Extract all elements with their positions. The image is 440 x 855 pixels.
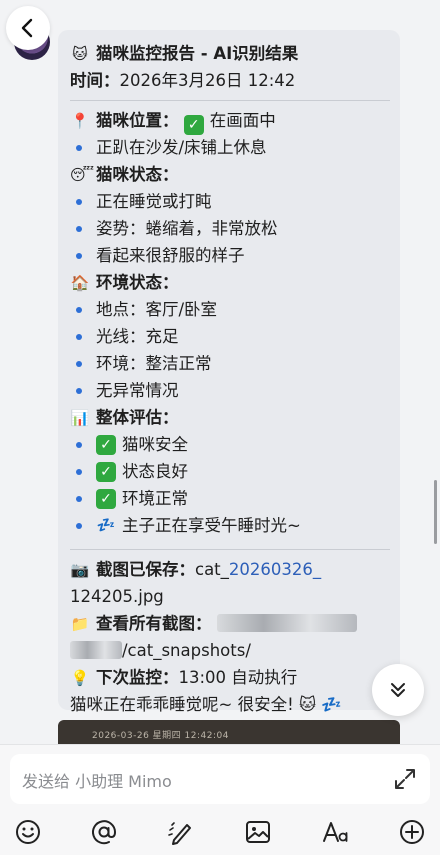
expand-icon[interactable] (392, 766, 418, 792)
next-monitor-value: 13:00 自动执行 (178, 668, 298, 687)
sleepy-face-icon: 😴 (70, 166, 95, 184)
message-content: 🐱 猫咪监控报告 - AI识别结果 时间：2026年3月26日 12:42 📍 猫咪… (70, 40, 390, 718)
section-heading-label: 整体评估： (96, 408, 179, 427)
closing-line: 猫咪正在乖乖睡觉呢~ 很安全! 🐱 💤 (70, 695, 342, 714)
list-item-text: 地点：客厅/卧室 (96, 300, 218, 319)
folder-icon: 📁 (70, 615, 90, 633)
section-heading-assessment: 📊 整体评估： (70, 404, 390, 431)
bullet-icon (76, 468, 82, 475)
screenshot-filename-row: 124205.jpg (70, 583, 390, 610)
list-item-text: 主子正在享受午睡时光~ (122, 516, 301, 535)
list-item: ✓ 状态良好 (70, 458, 390, 485)
list-item: 看起来很舒服的样子 (70, 242, 390, 269)
list-item: 正在睡觉或打盹 (70, 188, 390, 215)
snapshots-path: /cat_snapshots/ (122, 641, 251, 660)
list-item: 💤 主子正在享受午睡时光~ (70, 512, 390, 539)
bullet-icon (76, 144, 82, 151)
all-screenshots-row: 📁 查看所有截图： (70, 610, 390, 637)
list-item-text: 正在睡觉或打盹 (96, 192, 212, 211)
bullet-icon (76, 387, 82, 394)
next-monitor-label: 下次监控： (96, 668, 179, 687)
redacted-path (216, 614, 357, 632)
bullet-icon (76, 495, 82, 502)
report-title: 猫咪监控报告 - AI识别结果 (96, 44, 299, 63)
screenshot-date-link[interactable]: 20260326_ (229, 560, 321, 579)
time-label: 时间： (70, 71, 120, 90)
bullet-icon (76, 360, 82, 367)
list-item-text: 环境：整洁正常 (96, 354, 212, 373)
list-item-text: 看起来很舒服的样子 (96, 246, 245, 265)
lightbulb-icon: 💡 (70, 669, 90, 687)
section-heading-status: 😴 猫咪状态： (70, 161, 390, 188)
bar-chart-icon: 📊 (70, 409, 90, 427)
image-icon[interactable] (244, 818, 272, 846)
next-monitor-row: 💡 下次监控：13:00 自动执行 (70, 664, 390, 691)
scrollbar[interactable] (434, 480, 437, 544)
bullet-icon (76, 225, 82, 232)
screenshot-saved-row: 📷 截图已保存：cat_20260326_ (70, 556, 390, 583)
check-icon: ✓ (96, 461, 116, 482)
back-button[interactable] (6, 6, 50, 50)
report-time-row: 时间：2026年3月26日 12:42 (70, 67, 390, 94)
all-screenshots-label: 查看所有截图： (96, 614, 212, 633)
cat-face-icon: 🐱 (72, 45, 88, 63)
section-heading-environment: 🏠 环境状态： (70, 269, 390, 296)
section-heading-location: 📍 猫咪位置： ✓ 在画面中 (70, 107, 390, 135)
list-item: ✓ 环境正常 (70, 485, 390, 512)
list-item-text: 姿势：蜷缩着，非常放松 (96, 219, 278, 238)
check-icon: ✓ (96, 434, 116, 455)
list-item: 环境：整洁正常 (70, 350, 390, 377)
section-heading-label: 猫咪状态： (96, 165, 179, 184)
bullet-icon (76, 333, 82, 340)
emoji-icon[interactable] (14, 818, 42, 846)
bullet-icon (76, 252, 82, 259)
section-heading-label: 环境状态： (96, 273, 179, 292)
pin-icon: 📍 (70, 112, 90, 130)
bullet-icon (76, 198, 82, 205)
list-item-text: 光线：充足 (96, 327, 179, 346)
list-item: ✓ 猫咪安全 (70, 431, 390, 458)
list-item-text: 猫咪安全 (122, 435, 188, 454)
list-item: 无异常情况 (70, 377, 390, 404)
preview-timestamp: 2026-03-26 星期四 12:42:04 (92, 731, 229, 741)
check-icon: ✓ (183, 115, 204, 135)
screenshot-suffix: 124205.jpg (70, 587, 164, 606)
screenshot-label: 截图已保存： (96, 560, 195, 579)
bullet-icon (76, 522, 82, 529)
section-heading-value: 在画面中 (209, 111, 276, 130)
bullet-icon (76, 306, 82, 313)
scroll-to-bottom-button[interactable] (372, 664, 424, 716)
list-item: 光线：充足 (70, 323, 390, 350)
house-icon: 🏠 (70, 274, 90, 292)
font-icon[interactable] (322, 818, 350, 846)
chevron-left-icon (21, 18, 33, 38)
list-item: 正趴在沙发/床铺上休息 (70, 134, 390, 161)
list-item: 地点：客厅/卧室 (70, 296, 390, 323)
list-item-text: 环境正常 (122, 489, 188, 508)
check-icon: ✓ (96, 488, 116, 509)
redacted-path (70, 641, 122, 659)
snapshots-path-row: /cat_snapshots/ (70, 637, 390, 664)
divider (70, 549, 390, 550)
message-input-placeholder: 发送给 小助理 Mimo (22, 772, 172, 791)
list-item-text: 无异常情况 (96, 381, 179, 400)
double-chevron-down-icon (391, 683, 405, 697)
camera-icon: 📷 (70, 561, 90, 579)
bullet-icon (76, 441, 82, 448)
list-item-text: 正趴在沙发/床铺上休息 (96, 138, 267, 157)
mention-icon[interactable] (90, 818, 118, 846)
divider (70, 100, 390, 101)
pen-icon[interactable] (166, 818, 194, 846)
zzz-icon: 💤 (96, 516, 116, 534)
section-heading-label: 猫咪位置： (96, 111, 179, 130)
report-title-row: 🐱 猫咪监控报告 - AI识别结果 (70, 40, 390, 67)
time-value: 2026年3月26日 12:42 (119, 71, 296, 90)
list-item-text: 状态良好 (122, 462, 188, 481)
add-icon[interactable] (398, 818, 426, 846)
list-item: 姿势：蜷缩着，非常放松 (70, 215, 390, 242)
screenshot-prefix: cat_ (195, 560, 229, 579)
